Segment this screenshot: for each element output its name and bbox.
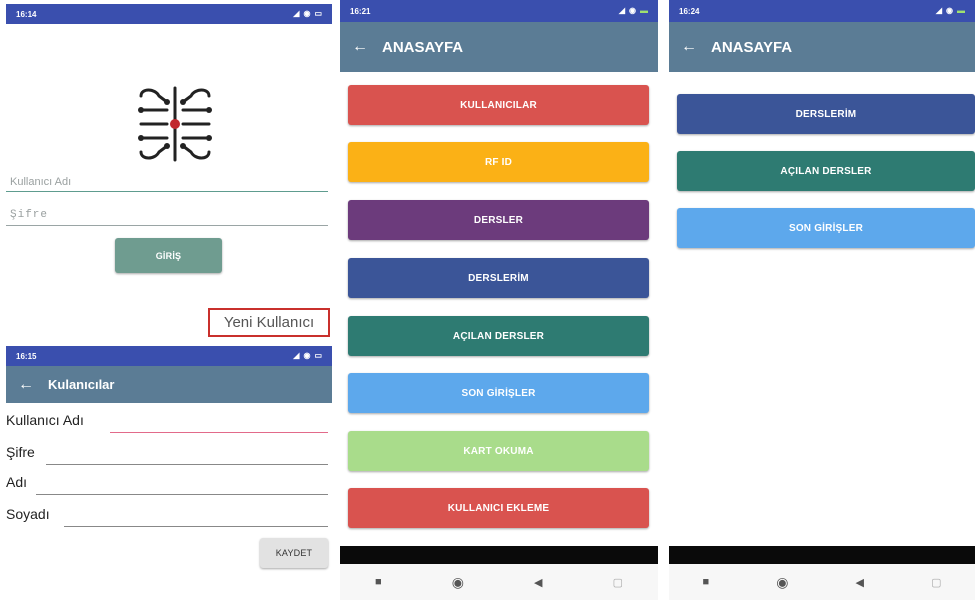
new-user-label: Yeni Kullanıcı [223, 314, 315, 331]
battery-icon: ▬ [957, 6, 965, 15]
status-bar: 16:15 ◢ ◉ ▭ [6, 346, 332, 366]
courses-button[interactable]: DERSLER [348, 200, 649, 240]
circuit-logo-icon [137, 84, 213, 164]
last-entries-button[interactable]: SON GİRİŞLER [677, 208, 975, 248]
black-strip [669, 546, 975, 564]
username-field[interactable] [110, 432, 328, 433]
my-courses-button[interactable]: DERSLERİM [348, 258, 649, 298]
user-home-screen: 16:24 ◢ ◉ ▬ ← ANASAYFA DERSLERİM AÇILAN … [669, 0, 975, 600]
app-bar: ← ANASAYFA [669, 22, 975, 72]
username-label: Kullanıcı Adı [6, 412, 84, 428]
wifi-icon: ◉ [629, 6, 636, 15]
surname-field[interactable] [64, 526, 328, 527]
signal-icon: ◢ [618, 6, 626, 15]
signal-icon: ◢ [935, 6, 943, 15]
rfid-button[interactable]: RF ID [348, 142, 649, 182]
card-read-button[interactable]: KART OKUMA [348, 431, 649, 471]
back-arrow-icon[interactable]: ← [352, 38, 368, 56]
name-field[interactable] [36, 494, 328, 495]
status-bar: 16:24 ◢ ◉ ▬ [669, 0, 975, 22]
wifi-icon: ◉ [303, 351, 311, 360]
last-entries-button[interactable]: SON GİRİŞLER [348, 373, 649, 413]
surname-row: Soyadı [6, 506, 328, 528]
status-time: 16:15 [16, 351, 37, 361]
nav-recent-icon[interactable]: ▢ [613, 576, 623, 589]
password-row: Şifre [6, 444, 328, 466]
opened-courses-button[interactable]: AÇILAN DERSLER [677, 151, 975, 191]
page-title: ANASAYFA [711, 38, 793, 56]
status-time: 16:24 [679, 6, 700, 16]
register-screen: 16:15 ◢ ◉ ▭ ← Kulanıcılar Kullanıcı Adı … [6, 346, 332, 596]
save-button[interactable]: KAYDET [260, 538, 328, 568]
battery-icon: ▭ [314, 351, 322, 360]
nav-back-icon[interactable]: ◀ [856, 576, 864, 589]
admin-home-screen: 16:21 ◢ ◉ ▬ ← ANASAYFA KULLANICILAR RF I… [340, 0, 658, 600]
login-screen: 16:14 ◢ ◉ ▭ Kullanıcı Adı Şifre GİRİŞ Ye… [6, 4, 332, 344]
status-bar: 16:14 ◢ ◉ ▭ [6, 4, 332, 24]
status-time: 16:21 [350, 6, 371, 16]
black-strip [340, 546, 658, 564]
signal-icon: ◢ [293, 351, 300, 360]
users-button[interactable]: KULLANICILAR [348, 85, 649, 125]
navigation-bar: ■ ◉ ◀ ▢ [669, 564, 975, 600]
nav-circle-icon[interactable]: ◉ [452, 574, 464, 591]
password-input[interactable]: Şifre [6, 204, 328, 226]
navigation-bar: ■ ◉ ◀ ▢ [340, 564, 658, 600]
status-time: 16:14 [16, 9, 37, 19]
nav-recent-icon[interactable]: ▢ [931, 576, 941, 589]
battery-icon: ▭ [314, 9, 322, 18]
username-row: Kullanıcı Adı [6, 412, 328, 434]
name-row: Adı [6, 474, 328, 496]
app-bar: ← Kulanıcılar [6, 366, 332, 403]
back-arrow-icon[interactable]: ← [18, 376, 34, 394]
new-user-link[interactable]: Yeni Kullanıcı [208, 308, 330, 337]
back-arrow-icon[interactable]: ← [681, 38, 697, 56]
password-label: Şifre [6, 444, 35, 460]
login-button[interactable]: GİRİŞ [115, 238, 222, 273]
status-bar: 16:21 ◢ ◉ ▬ [340, 0, 658, 22]
opened-courses-button[interactable]: AÇILAN DERSLER [348, 316, 649, 356]
page-title: ANASAYFA [382, 38, 464, 56]
signal-icon: ◢ [293, 9, 300, 18]
page-title: Kulanıcılar [48, 377, 115, 392]
name-label: Adı [6, 474, 28, 490]
my-courses-button[interactable]: DERSLERİM [677, 94, 975, 134]
username-placeholder: Kullanıcı Adı [10, 176, 72, 188]
surname-label: Soyadı [6, 506, 50, 522]
wifi-icon: ◉ [303, 9, 311, 18]
username-input[interactable]: Kullanıcı Adı [6, 172, 328, 192]
app-bar: ← ANASAYFA [340, 22, 658, 72]
add-user-button[interactable]: KULLANICI EKLEME [348, 488, 649, 528]
nav-back-icon[interactable]: ◀ [534, 576, 542, 589]
nav-square-icon[interactable]: ■ [703, 576, 710, 588]
password-placeholder: Şifre [10, 209, 49, 221]
battery-icon: ▬ [640, 6, 648, 15]
nav-circle-icon[interactable]: ◉ [776, 574, 788, 591]
password-field[interactable] [46, 464, 328, 465]
wifi-icon: ◉ [946, 6, 953, 15]
nav-square-icon[interactable]: ■ [375, 576, 382, 588]
